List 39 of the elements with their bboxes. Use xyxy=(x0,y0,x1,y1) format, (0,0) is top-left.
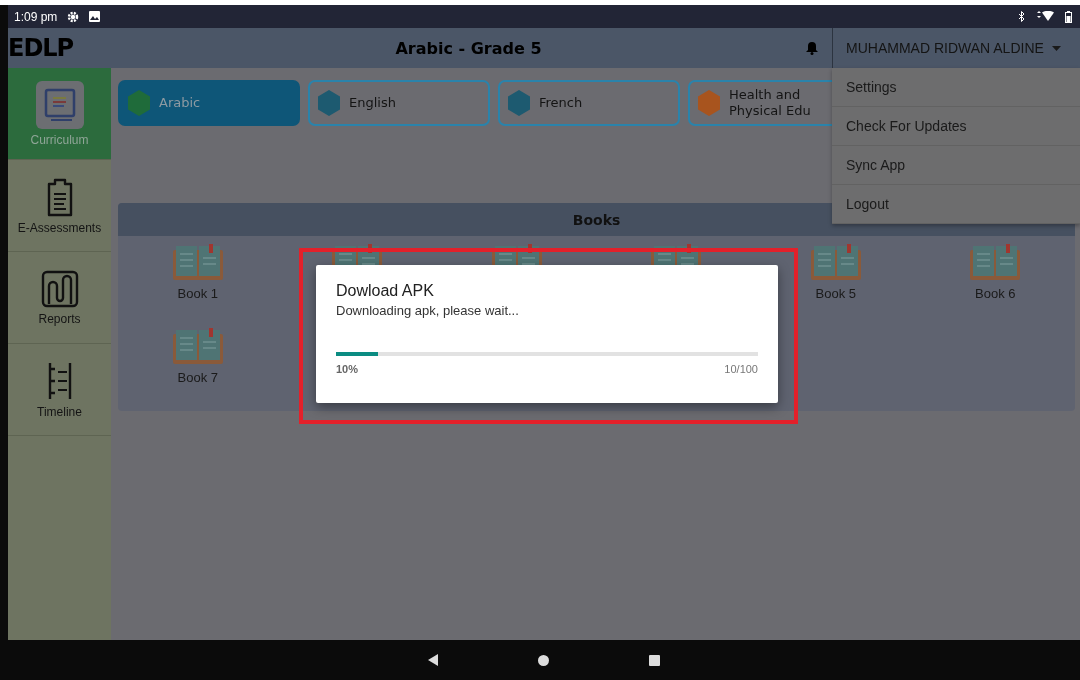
book-icon xyxy=(970,244,1021,280)
book-label[interactable]: Book 6 xyxy=(975,286,1016,301)
recents-icon[interactable] xyxy=(649,654,660,666)
app-logo: EDLP xyxy=(8,34,75,62)
dialog-message: Downloading apk, please wait... xyxy=(336,303,520,318)
document-icon xyxy=(43,87,76,122)
book-label[interactable]: Book 1 xyxy=(177,286,218,301)
book-label[interactable]: Book 5 xyxy=(815,286,856,301)
chart-icon xyxy=(40,269,79,308)
sidebar-item[interactable]: E-Assessments xyxy=(8,160,111,252)
subject-tab[interactable]: English xyxy=(308,80,490,126)
menu-item[interactable]: Check For Updates xyxy=(832,107,1080,146)
sidebar-item[interactable]: Timeline xyxy=(8,344,111,436)
image-icon xyxy=(89,11,101,22)
book-icon xyxy=(810,244,861,280)
progress-count: 10/100 xyxy=(724,363,758,375)
book-icon xyxy=(172,244,223,280)
status-time: 1:09 pm xyxy=(14,9,58,24)
gear-icon xyxy=(67,10,80,23)
battery-icon xyxy=(1065,10,1072,23)
page-title: Arabic - Grade 5 xyxy=(394,38,543,58)
menu-item[interactable]: Logout xyxy=(832,185,1080,224)
wifi-icon xyxy=(1035,11,1055,22)
menu-item[interactable]: Settings xyxy=(832,68,1080,107)
caret-icon xyxy=(1051,45,1061,51)
subject-tab[interactable]: French xyxy=(498,80,680,126)
progress-percent: 10% xyxy=(336,363,359,375)
book-label[interactable]: Book 7 xyxy=(177,370,218,385)
subject-tab[interactable]: Arabic xyxy=(118,80,300,126)
panel-title: Books xyxy=(572,211,621,228)
dialog-title: Dowload APK xyxy=(336,282,435,300)
book-icon xyxy=(172,328,223,364)
sidebar-item[interactable]: Reports xyxy=(8,252,111,344)
menu-item[interactable]: Sync App xyxy=(832,146,1080,185)
bluetooth-icon xyxy=(1018,11,1025,22)
bell-icon[interactable] xyxy=(806,41,818,55)
home-icon[interactable] xyxy=(538,654,549,666)
sidebar-item[interactable]: Curriculum xyxy=(8,68,111,160)
back-icon[interactable] xyxy=(428,654,438,666)
